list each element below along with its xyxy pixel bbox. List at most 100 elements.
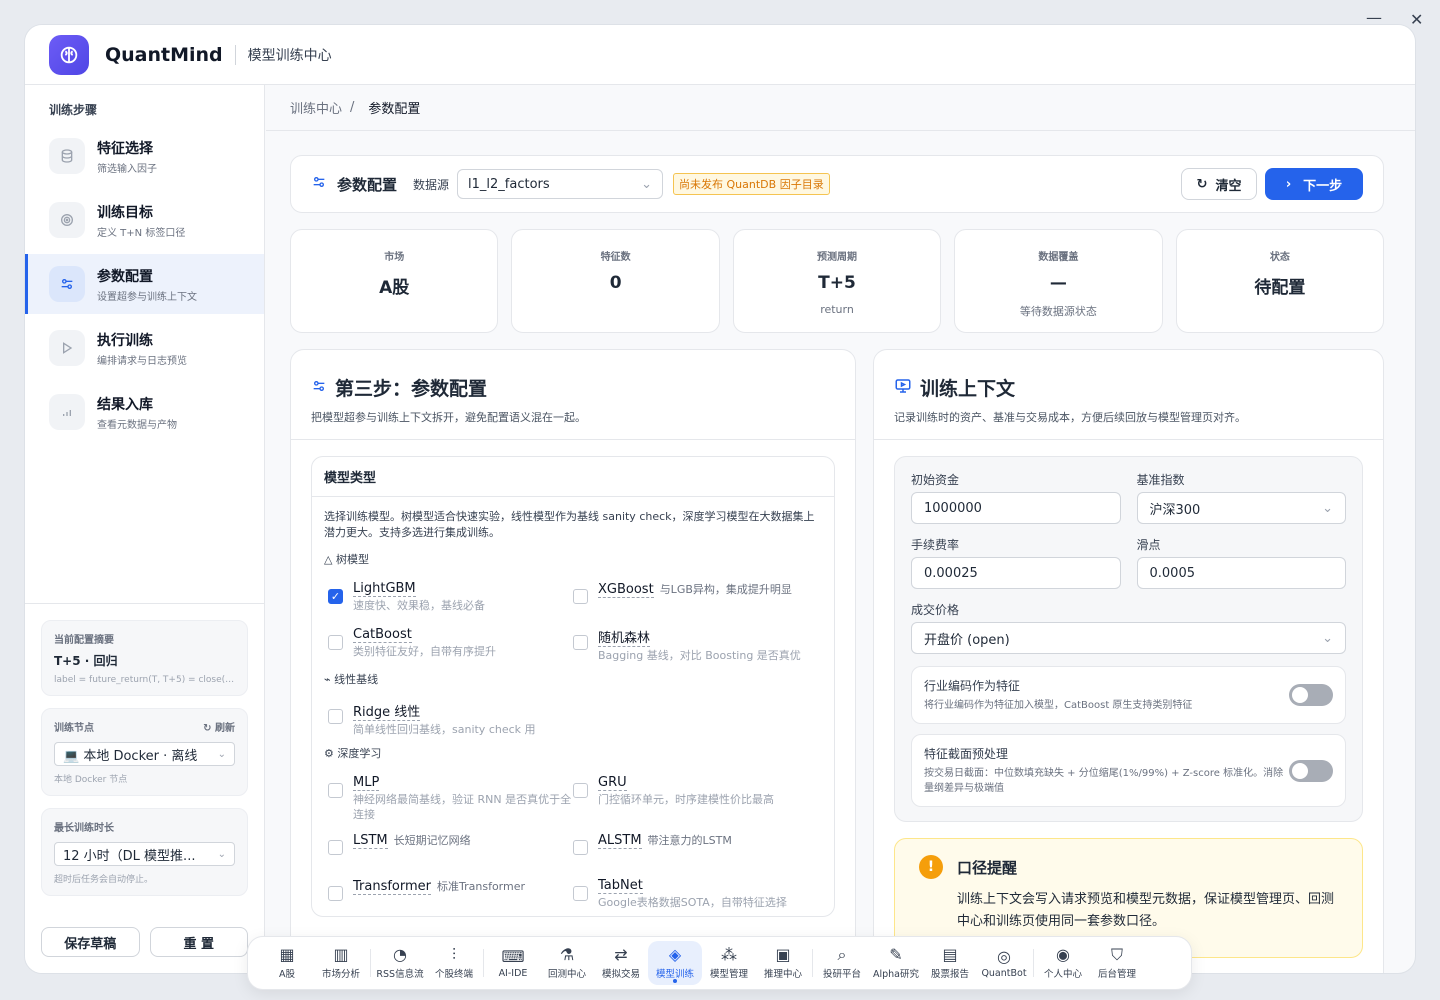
dock-item[interactable]: ⚗ 回测中心	[540, 941, 594, 985]
model-name: Transformer	[353, 879, 432, 895]
model-checkbox[interactable]	[328, 783, 343, 798]
summary-value: T+5 · 回归	[54, 654, 118, 668]
model-name: 随机森林	[598, 631, 651, 647]
step-training-target[interactable]: 训练目标 定义 T+N 标签口径	[25, 190, 264, 250]
chevron-down-icon: ⌄	[1322, 500, 1333, 516]
dock-item[interactable]: ▤ 股票报告	[923, 941, 977, 985]
capital-input[interactable]: 1000000	[911, 492, 1121, 524]
next-step-button[interactable]: › 下一步	[1265, 168, 1363, 200]
model-option[interactable]: MLP 神经网络最简基线，验证 RNN 是否真优于全连接	[328, 767, 573, 824]
slippage-input[interactable]: 0.0005	[1136, 557, 1346, 589]
breadcrumb-separator: /	[350, 100, 355, 115]
model-option[interactable]: CatBoost 类别特征友好，自带有序提升	[328, 619, 573, 665]
benchmark-value: 沪深300	[1149, 502, 1201, 518]
reset-button[interactable]: 重 置	[149, 927, 248, 957]
model-checkbox[interactable]	[573, 589, 588, 604]
step-desc: 编排请求与日志预览	[97, 355, 187, 367]
top-bar: QuantMind 模型训练中心	[25, 25, 1415, 85]
config-summary-card: 当前配置摘要 T+5 · 回归 label = future_return(T,…	[41, 620, 248, 696]
price-label: 成交价格	[911, 603, 960, 617]
dock-item[interactable]: ◎ QuantBot	[977, 941, 1031, 985]
stat-value: T+5	[818, 273, 856, 293]
model-checkbox[interactable]	[328, 886, 343, 901]
stat-sub: return	[820, 303, 854, 316]
model-option[interactable]: TabNet Google表格数据SOTA，自带特征选择	[573, 870, 818, 916]
dock-item[interactable]: ▥ 市场分析	[314, 941, 368, 985]
model-checkbox[interactable]	[328, 635, 343, 650]
node-select[interactable]: 💻 本地 Docker · 离线 ⌄	[54, 742, 235, 766]
model-type-card: 模型类型 选择训练模型。树模型适合快速实验，线性模型作为基线 sanity ch…	[311, 456, 835, 917]
dock-label: 后台管理	[1097, 969, 1136, 980]
stat-value: —	[1049, 273, 1067, 293]
step-run-training[interactable]: 执行训练 编排请求与日志预览	[25, 318, 264, 378]
industry-encoding-toggle[interactable]	[1289, 684, 1333, 706]
model-option[interactable]: 随机森林 Bagging 基线，对比 Boosting 是否真优	[573, 619, 818, 665]
model-checkbox[interactable]	[573, 840, 588, 855]
save-draft-button[interactable]: 保存草稿	[41, 927, 140, 957]
dock-label: Alpha研究	[872, 969, 919, 980]
target-icon	[49, 202, 85, 238]
breadcrumb-parent[interactable]: 训练中心	[290, 98, 342, 117]
industry-encoding-card: 行业编码作为特征 将行业编码作为特征加入模型，CatBoost 原生支持类别特征	[911, 666, 1346, 724]
dock-divider	[483, 949, 484, 977]
benchmark-select[interactable]: 沪深300 ⌄	[1136, 492, 1346, 524]
model-option[interactable]: LSTM 长短期记忆网络	[328, 824, 573, 870]
step-results[interactable]: 结果入库 查看元数据与产物	[25, 382, 264, 442]
close-icon[interactable]: ✕	[1410, 10, 1423, 29]
stats-row: 市场 A股 特征数 0 预测周期 T+5 return 数据覆盖 — 等待数据源状态 状态待…	[290, 229, 1385, 333]
bot-icon: ◎	[997, 946, 1011, 966]
tag-icon: ⌁	[324, 673, 335, 686]
model-option[interactable]: ALSTM 带注意力的LSTM	[573, 824, 818, 870]
model-checkbox[interactable]	[328, 709, 343, 724]
refresh-button[interactable]: ↻ 刷新	[203, 719, 235, 734]
model-option[interactable]: XGBoost 与LGB异构，集成提升明显	[573, 573, 818, 619]
data-source-select[interactable]: l1_l2_factors ⌄	[457, 169, 664, 199]
refresh-icon: ↻	[1196, 176, 1208, 192]
bottom-dock: ▦ A股 ▥ 市场分析 ◔ RSS信息流 ⫶ 个股终端 ⌨ AI-IDE ⚗ 回测中心 ⇄ 模拟交易 ◈ 模型…	[247, 936, 1192, 990]
duration-select-value: 12 小时（DL 模型推...	[63, 848, 196, 864]
model-name: CatBoost	[353, 627, 412, 643]
step-param-config[interactable]: 参数配置 设置超参与训练上下文	[25, 254, 264, 314]
next-label: 下一步	[1303, 178, 1343, 194]
dock-label: RSS信息流	[376, 969, 424, 980]
dock-label: 投研平台	[822, 969, 861, 980]
dock-item[interactable]: ◔ RSS信息流	[373, 941, 427, 985]
price-select[interactable]: 开盘价 (open) ⌄	[911, 622, 1346, 654]
model-option[interactable]: GRU 门控循环单元，时序建模性价比最高	[573, 767, 818, 824]
dock-item[interactable]: ⛉ 后台管理	[1090, 941, 1144, 985]
dock-item[interactable]: ⫶ 个股终端	[427, 941, 481, 985]
dock-item[interactable]: ✎ Alpha研究	[869, 941, 923, 985]
step-feature-select[interactable]: 特征选择 筛选输入因子	[25, 126, 264, 186]
dock-item[interactable]: ⌕ 投研平台	[815, 941, 869, 985]
dock-item[interactable]: ▦ A股	[260, 941, 314, 985]
model-name: LightGBM	[353, 581, 416, 597]
dock-item[interactable]: ▣ 推理中心	[756, 941, 810, 985]
node-select-value: 本地 Docker · 离线	[83, 748, 198, 764]
gear-icon: ⚙	[324, 747, 338, 760]
card-title: 训练节点	[54, 723, 94, 734]
fee-input[interactable]: 0.00025	[911, 557, 1121, 589]
panel-desc: 记录训练时的资产、基准与交易成本，方便后续回放与模型管理页对齐。	[874, 401, 1383, 440]
stat-card: 特征数 0	[511, 229, 720, 333]
dock-label: 回测中心	[547, 969, 586, 980]
model-checkbox[interactable]	[328, 840, 343, 855]
panel-title: 第三步：参数配置	[335, 378, 488, 400]
dock-item[interactable]: ⁂ 模型管理	[702, 941, 756, 985]
grid-icon: ▦	[279, 945, 295, 964]
model-checkbox[interactable]	[573, 783, 588, 798]
dock-item[interactable]: ⇄ 模拟交易	[594, 941, 648, 985]
dock-item[interactable]: ◈ 模型训练	[648, 941, 702, 985]
model-checkbox[interactable]	[573, 635, 588, 650]
preprocess-toggle[interactable]	[1289, 759, 1333, 782]
model-option[interactable]: Transformer 标准Transformer	[328, 870, 573, 916]
dock-item[interactable]: ⌨ AI-IDE	[486, 941, 540, 985]
duration-select[interactable]: 12 小时（DL 模型推... ⌄	[54, 842, 235, 866]
clear-button[interactable]: ↻ 清空	[1181, 168, 1257, 200]
model-checkbox[interactable]: ✓	[328, 589, 343, 604]
dock-item[interactable]: ◉ 个人中心	[1036, 941, 1090, 985]
model-option[interactable]: ✓ LightGBM 速度快、效果稳，基线必备	[328, 573, 573, 619]
swap-icon: ⇄	[614, 945, 628, 964]
model-option[interactable]: Ridge 线性 简单线性回归基线，sanity check 用	[328, 693, 573, 739]
chevron-down-icon: ⌄	[217, 748, 226, 760]
model-checkbox[interactable]	[573, 886, 588, 901]
